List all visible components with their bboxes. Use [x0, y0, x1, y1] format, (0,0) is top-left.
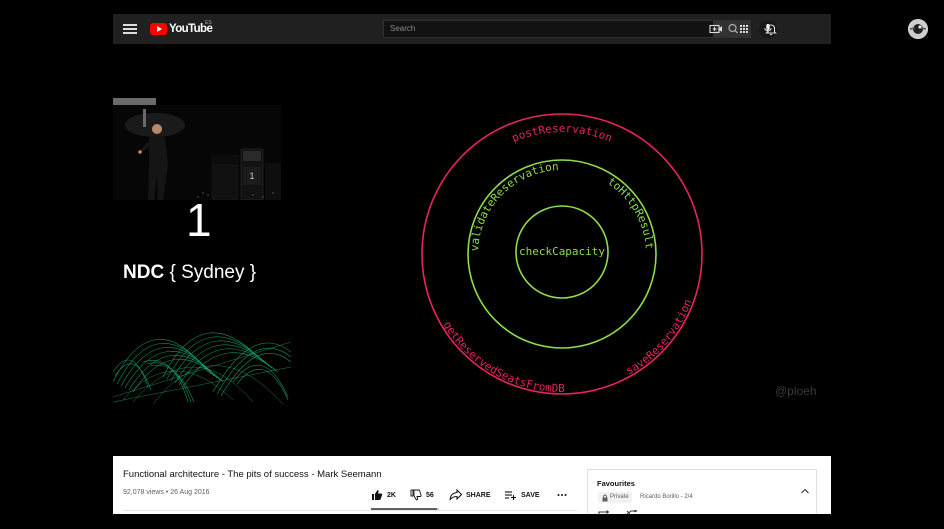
apps-icon[interactable] — [737, 22, 751, 36]
opera-house-graphic — [112, 312, 292, 405]
center-label: checkCapacity — [519, 245, 605, 258]
menu-icon[interactable] — [123, 22, 137, 36]
region-code: ES — [205, 20, 212, 26]
conference-city: { Sydney } — [169, 262, 257, 283]
privacy-badge: Private — [598, 492, 632, 503]
svg-text:validateReservation: validateReservation — [468, 160, 559, 252]
middle-label-tohttp: toHttpResult — [605, 175, 656, 250]
share-label: SHARE — [466, 491, 491, 499]
dislike-count: 56 — [426, 491, 434, 499]
conference-name: NDC { Sydney } — [123, 262, 256, 284]
svg-text:getReservedSeatsFromDB: getReservedSeatsFromDB — [441, 319, 566, 395]
avatar-image — [908, 19, 928, 39]
privacy-label: Private — [610, 494, 629, 500]
search-input[interactable]: Search — [383, 20, 714, 38]
save-label: SAVE — [521, 491, 540, 499]
onion-diagram: postReservation getReservedSeatsFromDB s… — [421, 113, 703, 395]
video-views-date: 92,078 views • 26 Aug 2016 — [123, 489, 210, 496]
like-icon — [372, 490, 383, 500]
watermark: @ploeh — [775, 384, 817, 398]
more-icon[interactable] — [556, 489, 568, 501]
outer-label-save: saveReservation — [623, 297, 694, 377]
loop-icon[interactable] — [598, 510, 610, 515]
save-icon — [505, 491, 516, 500]
share-icon — [449, 489, 462, 501]
youtube-page: YouTube ES Search 1 1 NDC {Sydney} pos… — [0, 0, 944, 529]
conference-name-bold: NDC — [123, 262, 165, 283]
speaker-photo: 1 — [113, 105, 281, 200]
svg-text:1: 1 — [249, 171, 254, 181]
bell-icon[interactable] — [764, 22, 778, 36]
chevron-up-icon[interactable] — [800, 487, 810, 495]
playlist-panel: Favourites Private Ricardo Borillo - 2/4 — [587, 469, 817, 515]
svg-text:toHttpResult: toHttpResult — [605, 175, 656, 250]
youtube-logo-icon[interactable]: YouTube ES — [150, 20, 213, 37]
shuffle-icon[interactable] — [626, 510, 638, 515]
share-button[interactable]: SHARE — [449, 489, 491, 501]
svg-text:postReservation: postReservation — [510, 122, 614, 145]
dislike-button[interactable]: 56 — [410, 489, 434, 501]
lock-icon — [602, 494, 608, 501]
dislike-icon — [410, 489, 422, 501]
outer-label-get: getReservedSeatsFromDB — [441, 319, 566, 395]
video-title: Functional architecture - The pits of su… — [123, 469, 382, 480]
slide-number: 1 — [186, 194, 212, 246]
outer-label-post: postReservation — [510, 122, 614, 145]
playlist-title[interactable]: Favourites — [597, 479, 635, 488]
like-count: 2K — [387, 491, 396, 499]
masthead: YouTube ES Search — [113, 14, 928, 44]
middle-label-validate: validateReservation — [468, 160, 559, 252]
svg-text:saveReservation: saveReservation — [623, 297, 694, 377]
avatar[interactable] — [908, 19, 928, 39]
divider — [123, 510, 577, 511]
save-button[interactable]: SAVE — [504, 489, 540, 501]
playlist-owner-position: Ricardo Borillo - 2/4 — [640, 494, 693, 500]
play-logo-icon — [150, 23, 167, 35]
slide-header-strip — [113, 98, 156, 105]
create-video-icon[interactable] — [709, 22, 723, 36]
like-button[interactable]: 2K — [371, 489, 396, 501]
